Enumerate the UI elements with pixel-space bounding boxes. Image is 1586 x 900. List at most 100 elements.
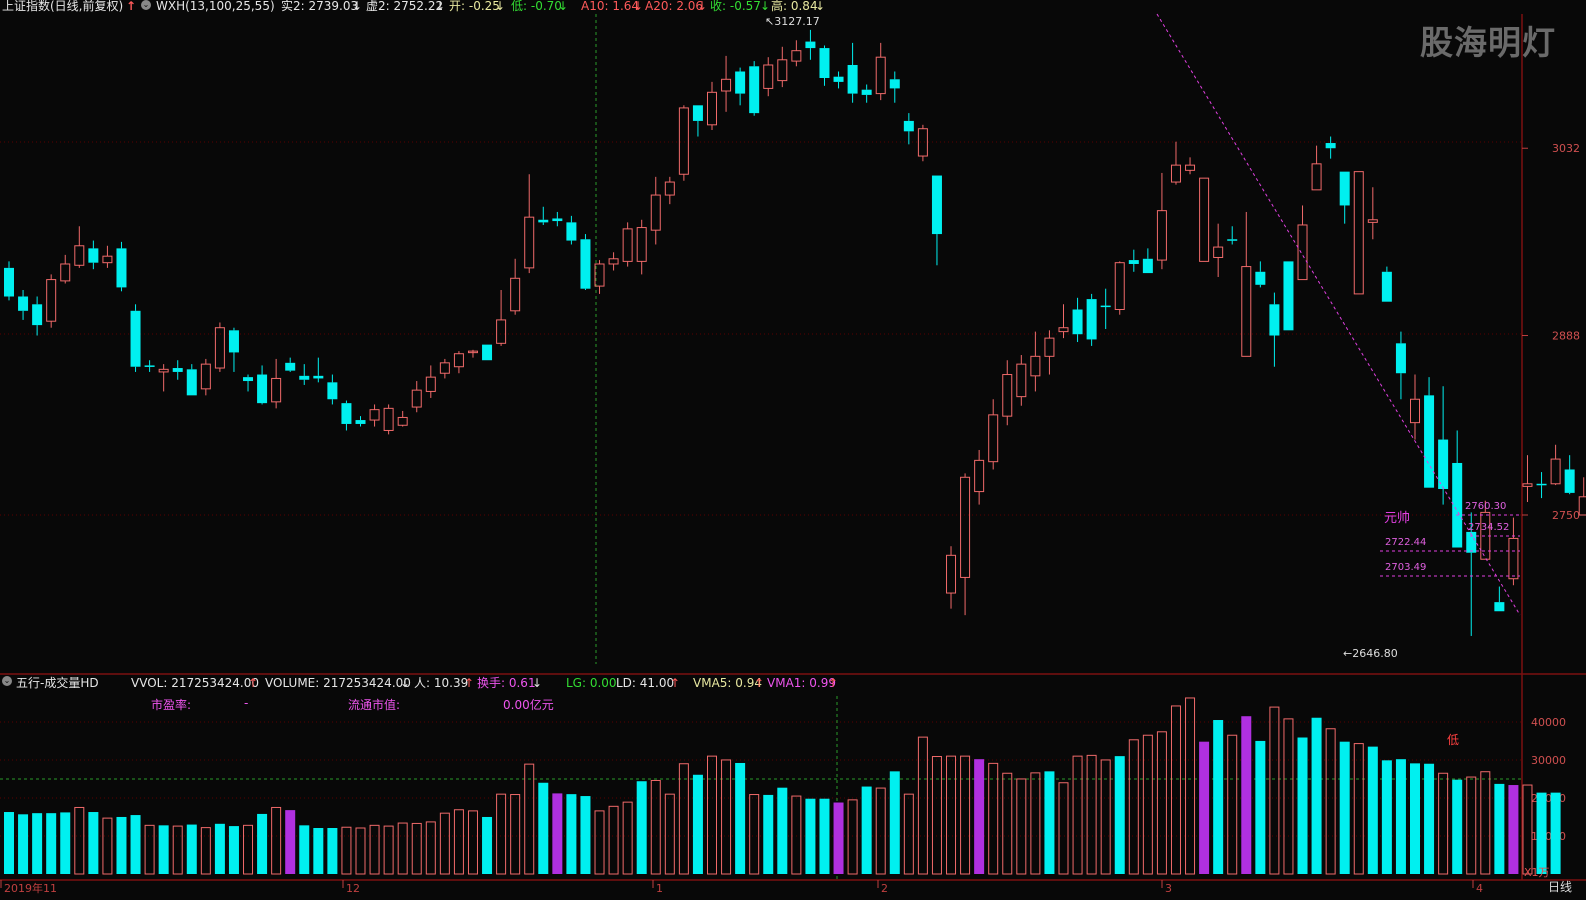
volume-bar [257, 813, 268, 874]
candle-body [46, 279, 57, 322]
candle [946, 546, 957, 609]
candle [172, 360, 183, 380]
candle [397, 410, 408, 427]
volume-bar [622, 801, 633, 875]
candle-body [664, 181, 675, 196]
volume-bar [1410, 763, 1420, 874]
volume-bar [580, 796, 591, 874]
volume-bar [355, 827, 366, 875]
candle [847, 42, 858, 103]
volume-bar [1536, 792, 1547, 874]
candle [510, 258, 521, 315]
candle-body [1199, 177, 1210, 262]
candle [735, 67, 746, 106]
candle-body [777, 59, 788, 82]
candle-body [1114, 262, 1125, 311]
volume-bar [1550, 792, 1561, 874]
candle-body [946, 554, 957, 594]
candle-body [102, 255, 113, 264]
candle [88, 240, 99, 270]
candle [678, 105, 689, 181]
volume-bar [1016, 778, 1027, 875]
volume-bar [1480, 771, 1491, 875]
volume-bars [4, 697, 1561, 875]
candle-body [299, 375, 310, 380]
candle-body [524, 216, 535, 269]
candle [369, 404, 380, 427]
candle-body [1030, 355, 1041, 377]
candle [1283, 261, 1294, 331]
volume-bar [1170, 705, 1181, 875]
candle [18, 289, 29, 320]
volume-bar [1283, 718, 1294, 875]
candle-body [425, 376, 436, 392]
volume-bar [144, 824, 155, 875]
candle [186, 364, 197, 396]
candle [566, 215, 577, 245]
candle-body [1044, 337, 1055, 357]
volume-bar [1395, 759, 1406, 874]
chart-window: { "header": { "index_title": "上证指数(日线,前复… [0, 0, 1586, 900]
candle-body [186, 369, 197, 396]
candle [538, 206, 549, 225]
candle-body [271, 377, 282, 403]
candle [1072, 297, 1083, 343]
candle-body [692, 105, 703, 121]
volume-bar [1072, 755, 1083, 875]
candle-body [1311, 163, 1322, 191]
candle [931, 175, 942, 266]
volume-bar [341, 826, 352, 875]
volume-bar [453, 809, 464, 875]
vol-tick-label: 10000 [1531, 830, 1566, 843]
candle [552, 211, 563, 227]
candle-body [1283, 261, 1294, 331]
volume-bar [1086, 754, 1097, 875]
volume-bar [524, 763, 535, 875]
candle [1213, 223, 1224, 277]
y-tick-label: 3032 [1552, 142, 1580, 155]
volume-bar [1494, 783, 1505, 874]
candle-body [1227, 239, 1238, 241]
volume-bar [510, 794, 521, 875]
volume-bar [805, 798, 816, 874]
candle-body [1142, 258, 1153, 274]
candle-body [130, 310, 141, 367]
volume-bar [46, 813, 57, 874]
candle [524, 174, 535, 274]
candle-body [482, 344, 493, 361]
candle [257, 365, 268, 405]
volume-bar [692, 774, 703, 874]
y-tick-label: 2888 [1552, 330, 1580, 343]
kline-chart[interactable]: 2750 2888 3032 10000 20000 30000 40000 2019年1… [0, 0, 1586, 900]
candle-body [580, 239, 591, 289]
volume-bar [1213, 720, 1224, 874]
volume-bar [861, 786, 872, 874]
candle-body [791, 50, 802, 62]
candle-body [749, 66, 760, 114]
candle-body [1185, 164, 1196, 171]
candle-body [172, 368, 183, 372]
candle [1339, 171, 1350, 224]
candle [903, 113, 914, 145]
candle-body [411, 389, 422, 408]
period-label[interactable]: 日线 [1548, 878, 1572, 895]
volume-bar [735, 762, 746, 874]
candle [1170, 141, 1181, 185]
candle [1255, 261, 1266, 288]
candle-body [721, 78, 732, 92]
volume-bar [327, 827, 338, 874]
candle [1325, 136, 1336, 159]
volume-bar [369, 824, 380, 875]
candle [819, 45, 830, 86]
candle [1381, 266, 1392, 302]
candle [1395, 331, 1406, 400]
candle [721, 55, 732, 112]
volume-bar [1339, 741, 1350, 874]
candle-body [1325, 143, 1336, 149]
candle-body [243, 377, 254, 382]
volume-bar [721, 759, 732, 875]
volume-bar [931, 756, 942, 875]
candle [439, 358, 450, 379]
candle [102, 245, 113, 268]
candle [707, 81, 717, 131]
